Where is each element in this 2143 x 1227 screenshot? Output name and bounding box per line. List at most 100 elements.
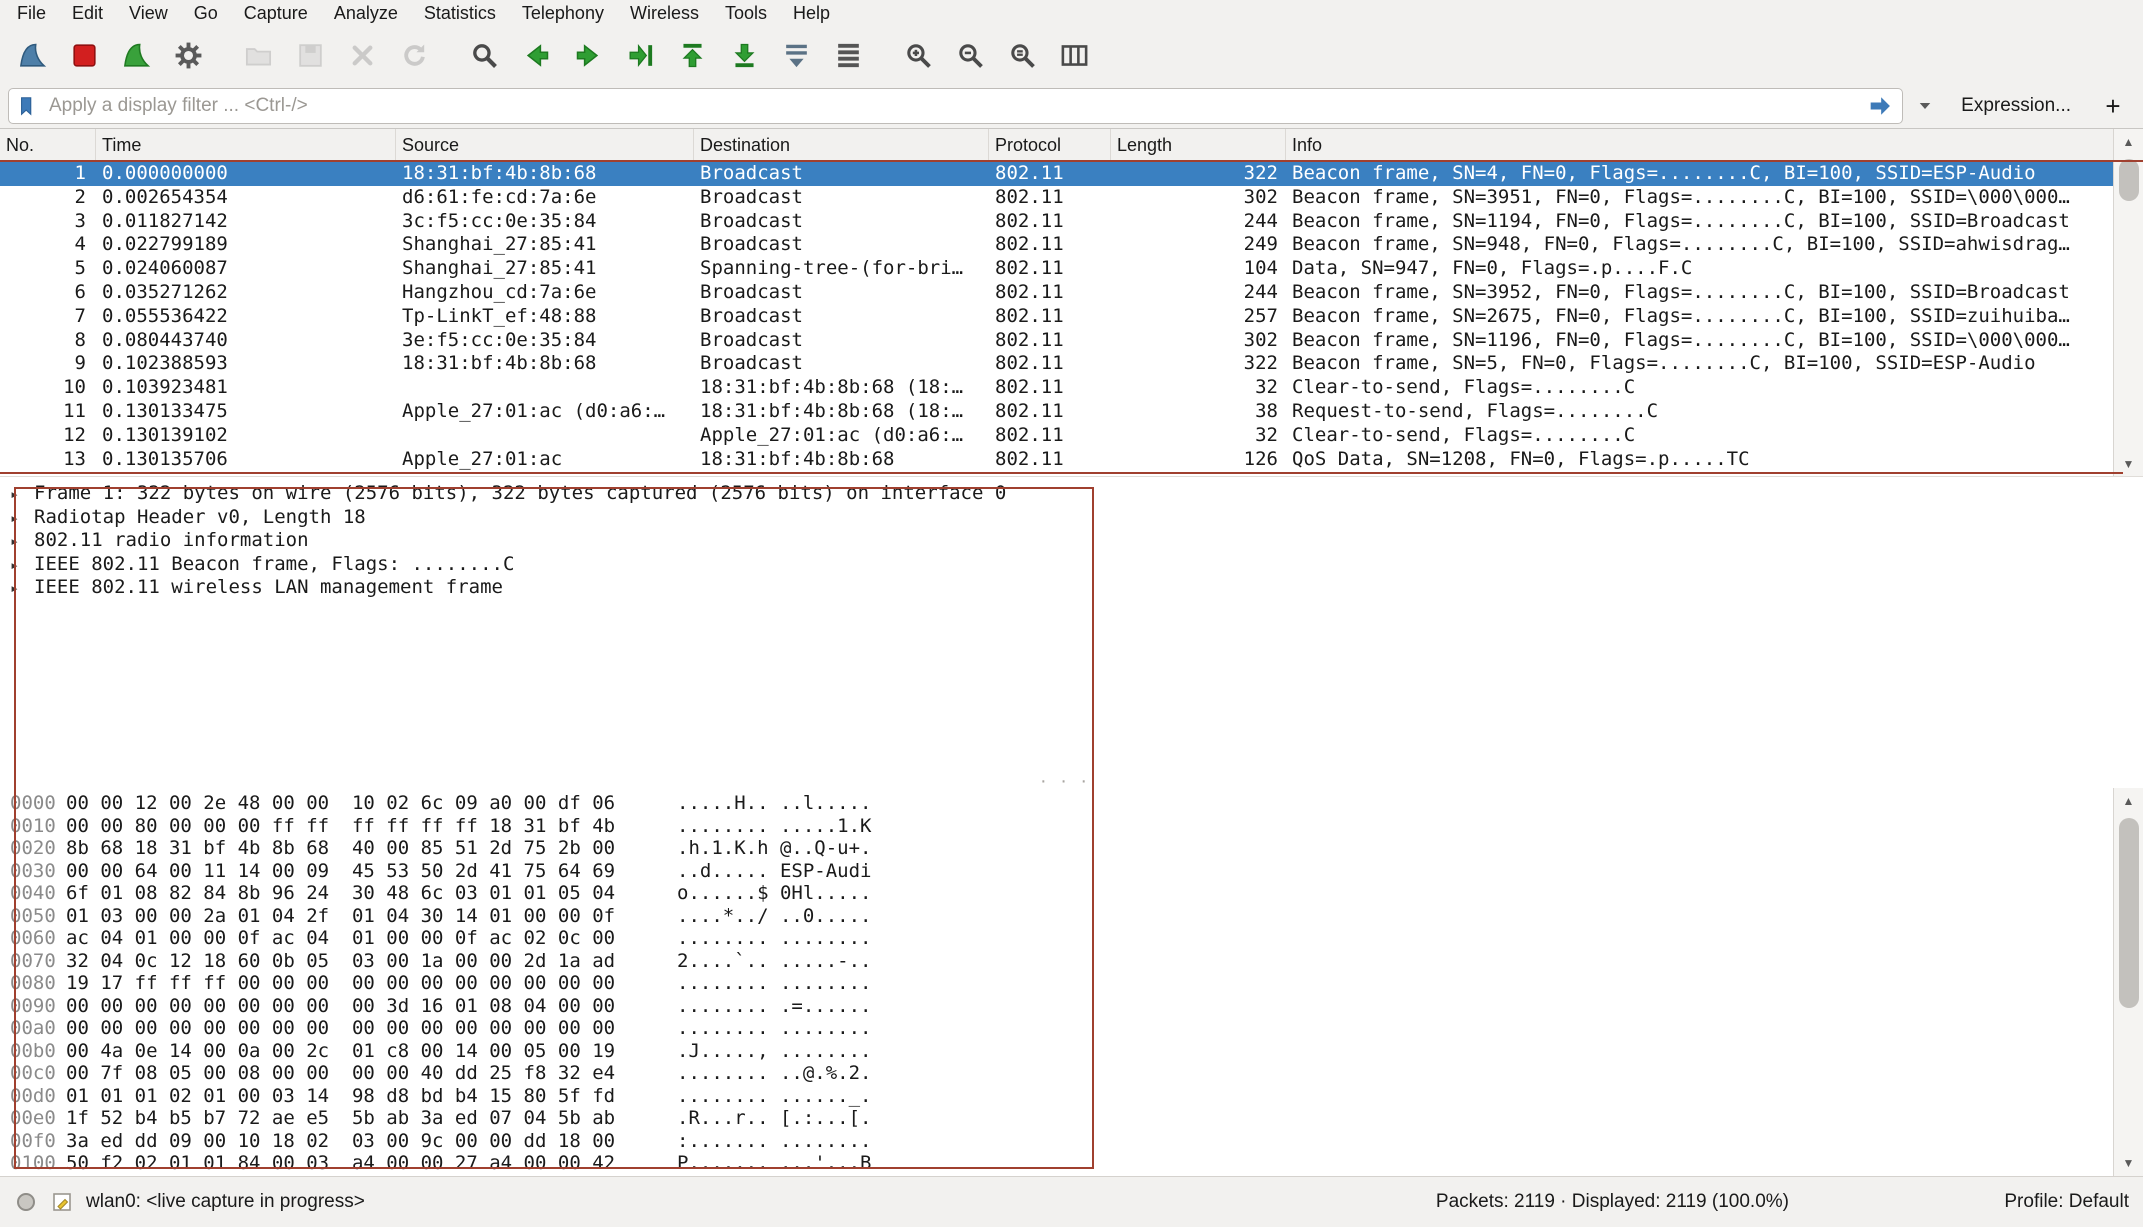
expander-icon[interactable]: ▸ [10,577,34,601]
column-header-source[interactable]: Source [396,129,694,161]
colorize-button[interactable] [822,32,874,80]
menu-wireless[interactable]: Wireless [617,1,712,26]
save-file-button[interactable] [284,32,336,80]
packet-row-12[interactable]: 120.130139102Apple_27:01:ac (d0:a6:…802.… [0,424,2113,448]
auto-scroll-button[interactable] [770,32,822,80]
detail-line[interactable]: ▸IEEE 802.11 Beacon frame, Flags: ......… [0,553,2143,577]
profile-text[interactable]: Profile: Default [1949,1191,2129,1213]
filter-dropdown-button[interactable] [1909,88,1941,124]
resize-columns-button[interactable] [1048,32,1100,80]
display-filter-input[interactable] [47,94,1858,118]
hex-bytes[interactable]: 00 00 80 00 00 00 ff ff ff ff ff ff 18 3… [66,815,677,838]
packet-row-10[interactable]: 100.10392348118:31:bf:4b:8b:68 (18:…802.… [0,376,2113,400]
zoom-in-button[interactable] [892,32,944,80]
column-header-protocol[interactable]: Protocol [989,129,1111,161]
scrollbar-thumb[interactable] [2119,159,2139,201]
hex-bytes[interactable]: 3a ed dd 09 00 10 18 02 03 00 9c 00 00 d… [66,1130,677,1153]
expander-icon[interactable]: ▸ [10,483,34,507]
menu-tools[interactable]: Tools [712,1,780,26]
hex-bytes[interactable]: 19 17 ff ff ff 00 00 00 00 00 00 00 00 0… [66,972,677,995]
hex-ascii[interactable]: ........ ......_. [677,1085,871,1108]
packet-row-5[interactable]: 50.024060087Shanghai_27:85:41Spanning-tr… [0,257,2113,281]
packet-row-4[interactable]: 40.022799189Shanghai_27:85:41Broadcast80… [0,233,2113,257]
menu-help[interactable]: Help [780,1,843,26]
go-back-button[interactable] [510,32,562,80]
hex-ascii[interactable]: ..d..... ESP-Audi [677,860,871,883]
hex-bytes[interactable]: 00 00 00 00 00 00 00 00 00 00 00 00 00 0… [66,1017,677,1040]
hex-ascii[interactable]: ........ ..@.%.2. [677,1062,871,1085]
column-header-info[interactable]: Info [1286,129,2113,161]
hex-bytes[interactable]: 01 03 00 00 2a 01 04 2f 01 04 30 14 01 0… [66,905,677,928]
go-first-button[interactable] [666,32,718,80]
hex-bytes[interactable]: 00 00 64 00 11 14 00 09 45 53 50 2d 41 7… [66,860,677,883]
hex-bytes[interactable]: 1f 52 b4 b5 b7 72 ae e5 5b ab 3a ed 07 0… [66,1107,677,1130]
hex-ascii[interactable]: .R...r.. [.:...[. [677,1107,871,1130]
hex-ascii[interactable]: ........ ........ [677,972,871,995]
expert-info-icon[interactable] [14,1190,38,1214]
packet-row-8[interactable]: 80.0804437403e:f5:cc:0e:35:84Broadcast80… [0,329,2113,353]
scroll-up-icon[interactable]: ▲ [2114,788,2143,814]
detail-line[interactable]: ▸IEEE 802.11 wireless LAN management fra… [0,576,2143,600]
hex-ascii[interactable]: ........ ........ [677,1017,871,1040]
column-header-time[interactable]: Time [96,129,396,161]
packet-row-11[interactable]: 110.130133475Apple_27:01:ac (d0:a6:…18:3… [0,400,2113,424]
packet-row-7[interactable]: 70.055536422Tp-LinkT_ef:48:88Broadcast80… [0,305,2113,329]
display-filter-field[interactable] [8,88,1903,124]
capture-comment-icon[interactable] [50,1190,74,1214]
expander-icon[interactable]: ▸ [10,530,34,554]
hex-bytes[interactable]: 50 f2 02 01 01 84 00 03 a4 00 00 27 a4 0… [66,1152,677,1175]
detail-line[interactable]: ▸Radiotap Header v0, Length 18 [0,506,2143,530]
capture-options-button[interactable] [162,32,214,80]
hex-bytes[interactable]: 32 04 0c 12 18 60 0b 05 03 00 1a 00 00 2… [66,950,677,973]
packet-row-6[interactable]: 60.035271262Hangzhou_cd:7a:6eBroadcast80… [0,281,2113,305]
hex-bytes[interactable]: 00 4a 0e 14 00 0a 00 2c 01 c8 00 14 00 0… [66,1040,677,1063]
hex-ascii[interactable]: ........ .....1.K [677,815,871,838]
column-header-length[interactable]: Length [1111,129,1286,161]
add-filter-button[interactable]: + [2091,90,2135,123]
go-forward-button[interactable] [562,32,614,80]
hex-ascii[interactable]: .J....., ........ [677,1040,871,1063]
menu-statistics[interactable]: Statistics [411,1,509,26]
stop-capture-button[interactable] [58,32,110,80]
menu-edit[interactable]: Edit [59,1,116,26]
hex-ascii[interactable]: 2....`.. .....-.. [677,950,871,973]
open-file-button[interactable] [232,32,284,80]
reload-file-button[interactable] [388,32,440,80]
detail-line[interactable]: ▸Frame 1: 322 bytes on wire (2576 bits),… [0,482,2143,506]
hex-ascii[interactable]: ........ .=...... [677,995,871,1018]
menu-view[interactable]: View [116,1,181,26]
detail-line[interactable]: ▸802.11 radio information [0,529,2143,553]
hex-bytes[interactable]: 8b 68 18 31 bf 4b 8b 68 40 00 85 51 2d 7… [66,837,677,860]
expression-button[interactable]: Expression... [1947,95,2085,117]
packet-row-9[interactable]: 90.10238859318:31:bf:4b:8b:68Broadcast80… [0,352,2113,376]
hex-ascii[interactable]: ....*../ ..0..... [677,905,871,928]
scroll-down-icon[interactable]: ▼ [2114,1150,2143,1176]
restart-capture-button[interactable] [110,32,162,80]
hex-bytes[interactable]: 6f 01 08 82 84 8b 96 24 30 48 6c 03 01 0… [66,882,677,905]
packet-row-2[interactable]: 20.002654354d6:61:fe:cd:7a:6eBroadcast80… [0,186,2113,210]
packet-row-1[interactable]: 10.00000000018:31:bf:4b:8b:68Broadcast80… [0,162,2113,186]
hex-bytes[interactable]: 00 00 00 00 00 00 00 00 00 3d 16 01 08 0… [66,995,677,1018]
pane-splitter[interactable]: · · · [0,776,2143,788]
menu-analyze[interactable]: Analyze [321,1,411,26]
column-header-destination[interactable]: Destination [694,129,989,161]
expander-icon[interactable]: ▸ [10,554,34,578]
menu-telephony[interactable]: Telephony [509,1,617,26]
filter-bookmark-icon[interactable] [17,95,39,117]
zoom-out-button[interactable] [944,32,996,80]
scroll-down-icon[interactable]: ▼ [2114,451,2143,477]
go-to-packet-button[interactable] [614,32,666,80]
hex-ascii[interactable]: o......$ 0Hl..... [677,882,871,905]
scroll-up-icon[interactable]: ▲ [2114,129,2143,155]
menu-capture[interactable]: Capture [231,1,321,26]
hex-ascii[interactable]: :....... ........ [677,1130,871,1153]
packet-list-scrollbar[interactable]: ▲ ▼ [2113,129,2143,477]
hex-ascii[interactable]: P....... ...'...B [677,1152,871,1175]
hex-ascii[interactable]: ........ ........ [677,927,871,950]
find-packet-button[interactable] [458,32,510,80]
go-last-button[interactable] [718,32,770,80]
hex-bytes[interactable]: 00 00 12 00 2e 48 00 00 10 02 6c 09 a0 0… [66,792,677,815]
zoom-reset-button[interactable] [996,32,1048,80]
menu-go[interactable]: Go [181,1,231,26]
hex-bytes[interactable]: 00 7f 08 05 00 08 00 00 00 00 40 dd 25 f… [66,1062,677,1085]
